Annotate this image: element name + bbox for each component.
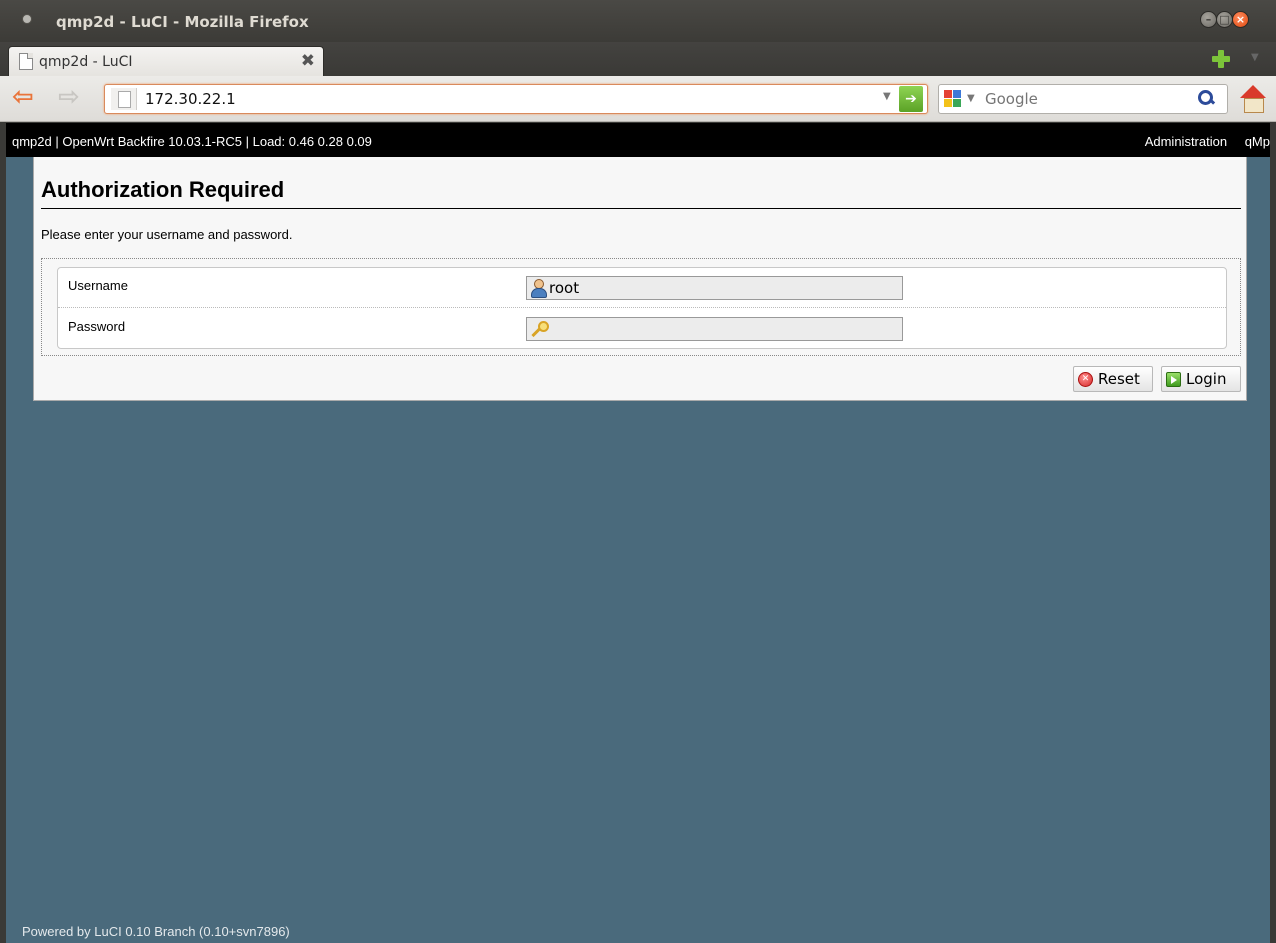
password-input[interactable] bbox=[549, 319, 889, 339]
key-icon bbox=[530, 320, 549, 338]
login-form-box: Username Password bbox=[57, 267, 1227, 349]
page-content: qmp2d | OpenWrt Backfire 10.03.1-RC5 | L… bbox=[6, 123, 1270, 943]
tab-label: qmp2d - LuCI bbox=[39, 54, 133, 70]
history-dropdown-icon[interactable]: ▼ bbox=[883, 91, 891, 102]
search-icon[interactable] bbox=[1197, 89, 1215, 107]
reset-label: Reset bbox=[1098, 370, 1140, 388]
home-icon[interactable] bbox=[1238, 85, 1268, 113]
login-fieldset: Username Password bbox=[41, 258, 1241, 356]
maximize-icon: □ bbox=[1219, 13, 1230, 26]
tab-close-icon[interactable]: ✖ bbox=[301, 51, 315, 71]
tab-qmp2d[interactable]: qmp2d - LuCI ✖ bbox=[8, 46, 324, 77]
page-title: Authorization Required bbox=[41, 177, 1241, 209]
engine-dropdown-icon[interactable]: ▼ bbox=[967, 93, 975, 104]
login-label: Login bbox=[1186, 370, 1227, 388]
back-arrow-icon[interactable]: ⇦ bbox=[12, 84, 34, 110]
search-bar[interactable]: ▼ bbox=[938, 84, 1228, 114]
username-row: Username bbox=[58, 268, 1226, 308]
url-input[interactable] bbox=[145, 89, 865, 109]
maximize-button[interactable]: □ bbox=[1216, 11, 1233, 28]
go-arrow-icon[interactable]: ➔ bbox=[899, 86, 923, 112]
login-icon bbox=[1166, 372, 1181, 387]
url-bar[interactable]: ▼ ➔ bbox=[104, 84, 928, 114]
username-label: Username bbox=[68, 278, 128, 293]
reset-button[interactable]: ✕ Reset bbox=[1073, 366, 1153, 392]
close-window-button[interactable]: × bbox=[1232, 11, 1249, 28]
window-menu-icon[interactable] bbox=[22, 14, 32, 24]
nav-link-qmp[interactable]: qMp bbox=[1245, 134, 1270, 149]
close-icon: × bbox=[1235, 13, 1246, 26]
password-field[interactable] bbox=[526, 317, 903, 341]
footer-text: Powered by LuCI 0.10 Branch (0.10+svn789… bbox=[22, 924, 290, 939]
minimize-button[interactable]: – bbox=[1200, 11, 1217, 28]
username-field[interactable] bbox=[526, 276, 903, 300]
password-label: Password bbox=[68, 319, 126, 334]
list-tabs-icon[interactable]: ▼ bbox=[1251, 52, 1259, 63]
window-title: qmp2d - LuCI - Mozilla Firefox bbox=[56, 13, 309, 31]
header-nav: Administration qMp bbox=[1131, 134, 1270, 149]
username-input[interactable] bbox=[549, 278, 889, 298]
login-panel: Authorization Required Please enter your… bbox=[33, 157, 1247, 401]
minimize-icon: – bbox=[1205, 13, 1212, 26]
navigation-toolbar: ⇦ ⇨ ▼ ➔ ▼ bbox=[0, 76, 1276, 122]
page-icon bbox=[19, 53, 33, 70]
password-row: Password bbox=[58, 309, 1226, 349]
system-info: qmp2d | OpenWrt Backfire 10.03.1-RC5 | L… bbox=[12, 134, 372, 149]
new-tab-icon[interactable] bbox=[1212, 50, 1230, 68]
login-description: Please enter your username and password. bbox=[41, 227, 293, 242]
forward-arrow-icon[interactable]: ⇨ bbox=[58, 84, 80, 110]
nav-link-administration[interactable]: Administration bbox=[1145, 134, 1227, 149]
google-engine-icon[interactable] bbox=[943, 89, 963, 109]
login-button[interactable]: Login bbox=[1161, 366, 1241, 392]
search-input[interactable] bbox=[985, 89, 1185, 109]
user-icon bbox=[530, 279, 547, 298]
window-titlebar: qmp2d - LuCI - Mozilla Firefox – □ × bbox=[0, 0, 1276, 42]
tab-strip: qmp2d - LuCI ✖ ▼ bbox=[0, 42, 1276, 77]
luci-header: qmp2d | OpenWrt Backfire 10.03.1-RC5 | L… bbox=[6, 123, 1270, 157]
site-identity-icon[interactable] bbox=[111, 88, 137, 110]
reset-icon: ✕ bbox=[1078, 372, 1093, 387]
